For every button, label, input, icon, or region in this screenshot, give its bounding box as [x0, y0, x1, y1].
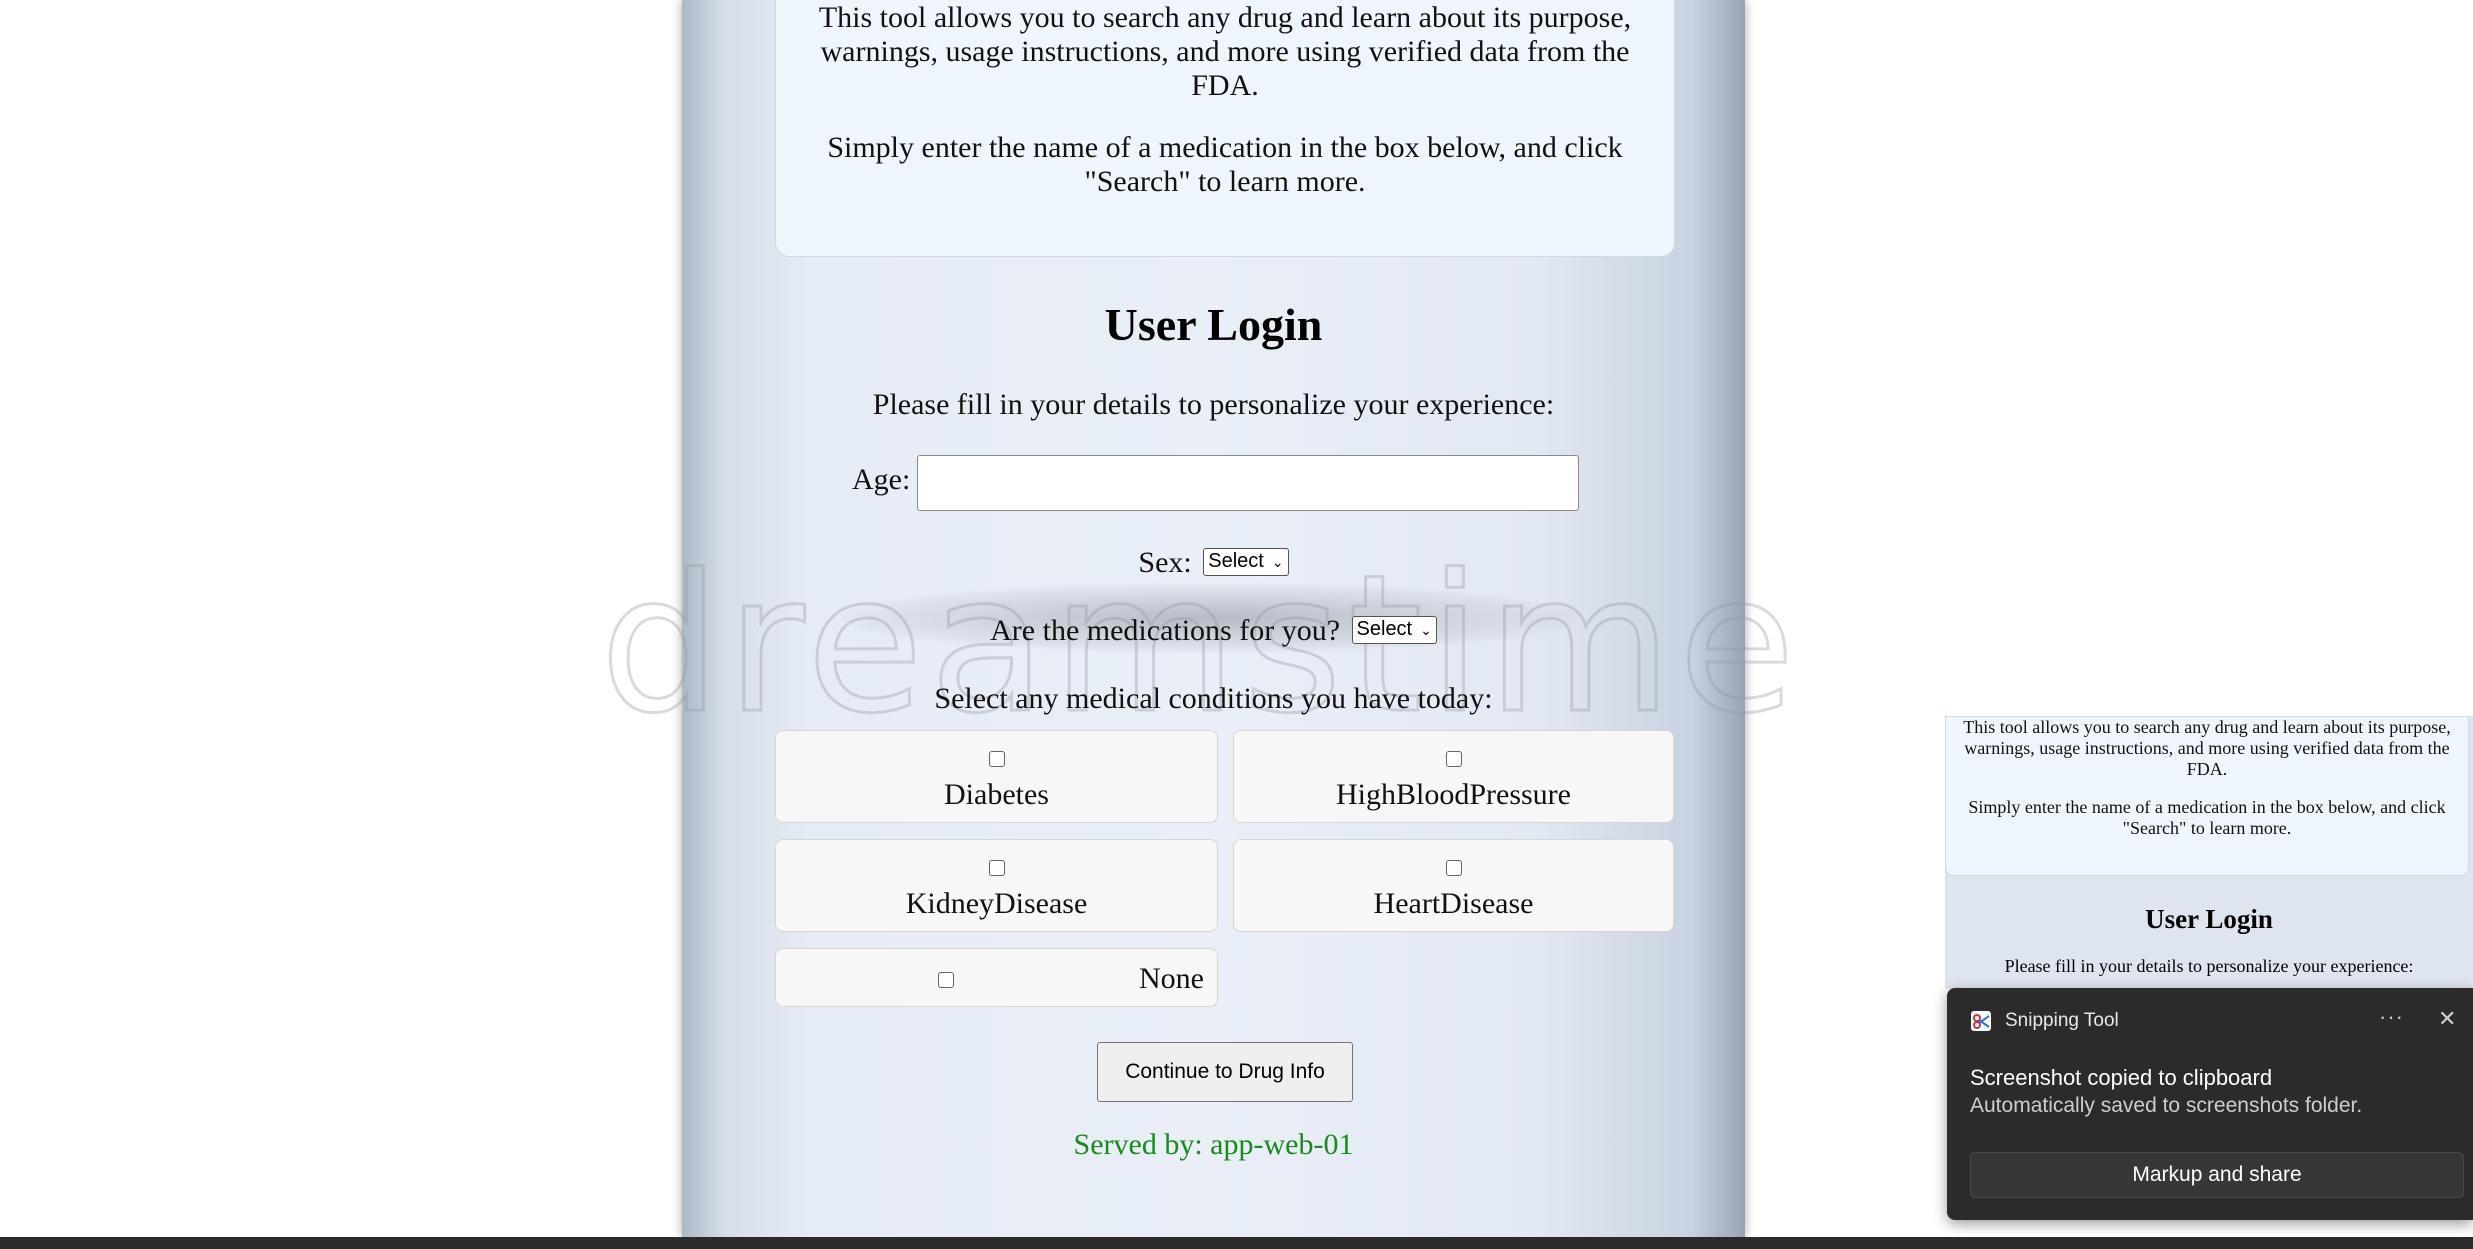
intro-box: This tool allows you to search any drug …: [775, 0, 1675, 257]
condition-label: HeartDisease: [1373, 887, 1534, 920]
more-options-icon[interactable]: ···: [2379, 1004, 2404, 1030]
snipping-tool-toast: Snipping Tool ··· ✕ Screenshot copied to…: [1947, 988, 2473, 1220]
toast-body: Automatically saved to screenshots folde…: [1970, 1094, 2363, 1117]
condition-label: Diabetes: [944, 778, 1049, 811]
condition-card-none[interactable]: None: [775, 948, 1218, 1007]
condition-card-high-blood-pressure[interactable]: HighBloodPressure: [1233, 730, 1674, 823]
intro-paragraph-1: This tool allows you to search any drug …: [818, 1, 1632, 102]
conditions-title: Select any medical conditions you have t…: [934, 682, 1493, 715]
snipping-tool-icon: [1971, 1011, 1991, 1031]
age-label: Age:: [852, 463, 911, 496]
toast-app-name: Snipping Tool: [2005, 1010, 2119, 1031]
preview-intro-paragraph-2: Simply enter the name of a medication in…: [1968, 797, 2446, 838]
condition-card-kidney-disease[interactable]: KidneyDisease: [775, 839, 1218, 932]
preview-title: User Login: [2145, 904, 2273, 934]
medication-owner-label: Are the medications for you?: [990, 614, 1341, 647]
condition-card-diabetes[interactable]: Diabetes: [775, 730, 1218, 823]
medication-owner-select[interactable]: Select ⌄: [1351, 616, 1437, 645]
toast-heading: Screenshot copied to clipboard: [1970, 1065, 2273, 1090]
age-input[interactable]: [917, 455, 1579, 511]
markup-and-share-button[interactable]: Markup and share: [1970, 1152, 2464, 1198]
high-blood-pressure-checkbox[interactable]: [1445, 751, 1462, 767]
served-by-text: Served by: app-web-01: [1073, 1128, 1354, 1161]
preview-subtitle: Please fill in your details to personali…: [2004, 956, 2414, 976]
sex-label: Sex:: [1138, 546, 1192, 579]
sex-row: Sex: Select ⌄: [682, 546, 1745, 580]
medication-owner-select-value: Select: [1356, 618, 1413, 641]
intro-paragraph-2: Simply enter the name of a medication in…: [827, 131, 1623, 198]
continue-button[interactable]: Continue to Drug Info: [1097, 1042, 1353, 1102]
medication-owner-row: Are the medications for you? Select ⌄: [682, 614, 1745, 648]
diabetes-checkbox[interactable]: [988, 751, 1005, 767]
login-subtitle: Please fill in your details to personali…: [872, 388, 1555, 421]
close-icon[interactable]: ✕: [2438, 1006, 2456, 1032]
chevron-down-icon: ⌄: [1420, 622, 1432, 639]
chevron-down-icon: ⌄: [1271, 554, 1284, 571]
sex-select[interactable]: Select ⌄: [1203, 548, 1289, 577]
heart-disease-checkbox[interactable]: [1445, 860, 1462, 876]
condition-card-heart-disease[interactable]: HeartDisease: [1233, 839, 1674, 932]
preview-intro-paragraph-1: This tool allows you to search any drug …: [1963, 717, 2451, 779]
preview-intro-box: This tool allows you to search any drug …: [1945, 716, 2469, 876]
taskbar-strip: [0, 1237, 2473, 1249]
login-title: User Login: [1104, 299, 1323, 350]
condition-label: None: [1139, 962, 1204, 995]
kidney-disease-checkbox[interactable]: [988, 860, 1005, 876]
age-row: Age:: [682, 455, 1745, 515]
sex-select-value: Select: [1208, 550, 1264, 573]
screenshot-preview[interactable]: This tool allows you to search any drug …: [1945, 716, 2473, 989]
condition-label: HighBloodPressure: [1336, 778, 1571, 811]
condition-label: KidneyDisease: [905, 887, 1088, 920]
none-checkbox[interactable]: [938, 972, 954, 988]
